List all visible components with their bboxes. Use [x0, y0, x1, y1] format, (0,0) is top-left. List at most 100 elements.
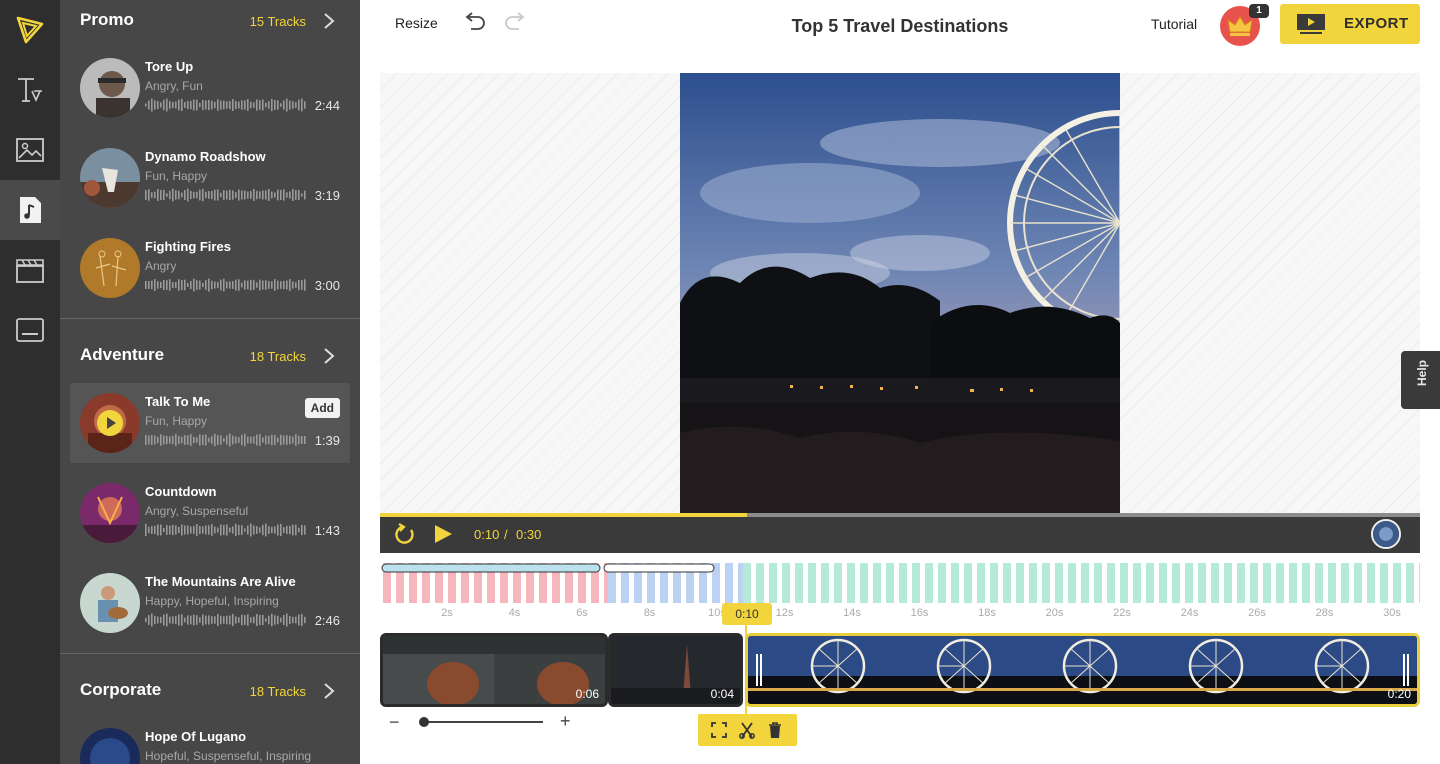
category-header-adventure[interactable]: Adventure 18 Tracks	[60, 335, 360, 379]
category-divider	[60, 653, 360, 654]
video-tool-button[interactable]	[0, 240, 60, 300]
play-icon	[107, 417, 116, 429]
track-thumbnail	[80, 238, 140, 298]
replay-icon[interactable]	[394, 523, 416, 545]
timeline-clip-selected[interactable]: 0:20	[745, 633, 1420, 707]
track-thumbnail	[80, 148, 140, 208]
chevron-right-icon[interactable]	[322, 682, 336, 700]
strip-stripe-blue	[725, 563, 733, 603]
help-label: Help	[1415, 359, 1429, 386]
waveform	[145, 278, 306, 292]
strip-stripe-green	[1107, 563, 1115, 603]
redo-icon[interactable]	[504, 11, 528, 33]
strip-stripe-green	[1289, 563, 1297, 603]
logo-button[interactable]	[0, 0, 60, 60]
track-title: Tore Up	[145, 59, 194, 74]
playback-bar: 0:10 / 0:30	[380, 513, 1420, 553]
audio-track-strip[interactable]	[380, 563, 1420, 603]
strip-stripe-green	[795, 563, 803, 603]
image-icon	[16, 138, 44, 162]
image-tool-button[interactable]	[0, 120, 60, 180]
track-title: Fighting Fires	[145, 239, 231, 254]
zoom-slider[interactable]	[423, 721, 543, 723]
strip-stripe-green	[1172, 563, 1180, 603]
category-track-count: 15 Tracks	[249, 14, 306, 29]
logo-icon	[16, 16, 44, 44]
clip-thumbnail	[748, 636, 1417, 704]
track-thumbnail	[80, 58, 140, 118]
split-icon[interactable]	[738, 721, 756, 739]
track-item[interactable]: Talk To Me Fun, Happy Add 1:39	[70, 383, 350, 463]
strip-stripe-green	[834, 563, 842, 603]
track-item[interactable]: The Mountains Are Alive Happy, Hopeful, …	[70, 563, 350, 643]
text-tool-button[interactable]	[0, 60, 60, 120]
chevron-right-icon[interactable]	[322, 12, 336, 30]
category-title: Adventure	[80, 345, 165, 364]
strip-stripe-green	[990, 563, 998, 603]
add-track-button[interactable]: Add	[304, 398, 340, 418]
clip-trim-handle-right[interactable]	[1403, 654, 1409, 686]
strip-stripe-green	[821, 563, 829, 603]
undo-icon[interactable]	[462, 11, 486, 33]
ruler-tick-label: 22s	[1113, 607, 1131, 619]
clip-trim-handle-left[interactable]	[756, 654, 762, 686]
timeline-clip[interactable]: 0:04	[608, 633, 743, 707]
music-tool-button[interactable]	[0, 180, 60, 240]
strip-stripe-green	[1081, 563, 1089, 603]
zoom-in-button[interactable]: +	[560, 711, 571, 732]
strip-stripe-green	[1211, 563, 1219, 603]
strip-stripe-green	[1146, 563, 1154, 603]
audio-segment-label[interactable]	[381, 563, 601, 573]
preview-canvas[interactable]	[380, 73, 1420, 513]
export-button[interactable]: EXPORT	[1280, 4, 1420, 44]
track-item[interactable]: Hope Of Lugano Hopeful, Suspenseful, Ins…	[70, 718, 350, 764]
playhead-time-label[interactable]: 0:10	[722, 603, 772, 625]
trash-icon[interactable]	[766, 721, 784, 739]
track-item[interactable]: Dynamo Roadshow Fun, Happy 3:19	[70, 138, 350, 218]
track-title: The Mountains Are Alive	[145, 574, 296, 589]
audio-segment-label[interactable]	[603, 563, 715, 573]
play-preview-button[interactable]	[97, 410, 123, 436]
track-item[interactable]: Tore Up Angry, Fun 2:44	[70, 48, 350, 128]
tutorial-link[interactable]: Tutorial	[1151, 16, 1197, 32]
help-tab[interactable]: Help	[1401, 351, 1440, 409]
video-export-icon	[1297, 14, 1325, 34]
strip-stripe-green	[1406, 563, 1414, 603]
category-title: Corporate	[80, 680, 162, 699]
strip-stripe-green	[912, 563, 920, 603]
strip-stripe-green	[925, 563, 933, 603]
category-header-corporate[interactable]: Corporate 18 Tracks	[60, 670, 360, 714]
text-icon	[18, 78, 42, 102]
clip-duration: 0:06	[575, 687, 599, 701]
project-title[interactable]: Top 5 Travel Destinations	[740, 16, 1060, 37]
track-item[interactable]: Fighting Fires Angry 3:00	[70, 228, 350, 308]
strip-stripe-green	[860, 563, 868, 603]
chevron-right-icon[interactable]	[322, 347, 336, 365]
strip-stripe-green	[1068, 563, 1076, 603]
play-icon[interactable]	[432, 524, 454, 544]
category-track-count: 18 Tracks	[249, 684, 306, 699]
clip-thumbnail	[383, 636, 605, 704]
avatar[interactable]	[1371, 519, 1401, 549]
track-thumbnail	[80, 728, 140, 764]
track-moods: Fun, Happy	[145, 169, 208, 183]
timeline-clip[interactable]: 0:06	[380, 633, 608, 707]
playback-progress-track[interactable]	[380, 513, 1420, 517]
time-ruler[interactable]: 2s 4s 6s 8s 10s 12s 14s 16s 18s 20s 22s 24s 26s 28s 30…	[380, 604, 1420, 630]
track-item[interactable]: Countdown Angry, Suspenseful 1:43	[70, 473, 350, 553]
strip-stripe-green	[847, 563, 855, 603]
subtitles-tool-button[interactable]	[0, 300, 60, 360]
zoom-out-button[interactable]: −	[389, 712, 400, 733]
clapperboard-icon	[16, 259, 44, 283]
fullscreen-icon[interactable]	[710, 721, 728, 739]
strip-stripe-green	[1133, 563, 1141, 603]
clip-toolbar	[698, 714, 797, 746]
video-preview[interactable]	[680, 73, 1120, 513]
resize-button[interactable]: Resize	[395, 15, 438, 31]
track-moods: Hopeful, Suspenseful, Inspiring	[145, 749, 312, 763]
clip-duration: 0:20	[1387, 687, 1411, 701]
category-title: Promo	[80, 10, 134, 29]
category-header-promo[interactable]: Promo 15 Tracks	[60, 0, 360, 44]
zoom-slider-knob[interactable]	[419, 717, 429, 727]
ruler-tick-label: 2s	[441, 607, 453, 619]
